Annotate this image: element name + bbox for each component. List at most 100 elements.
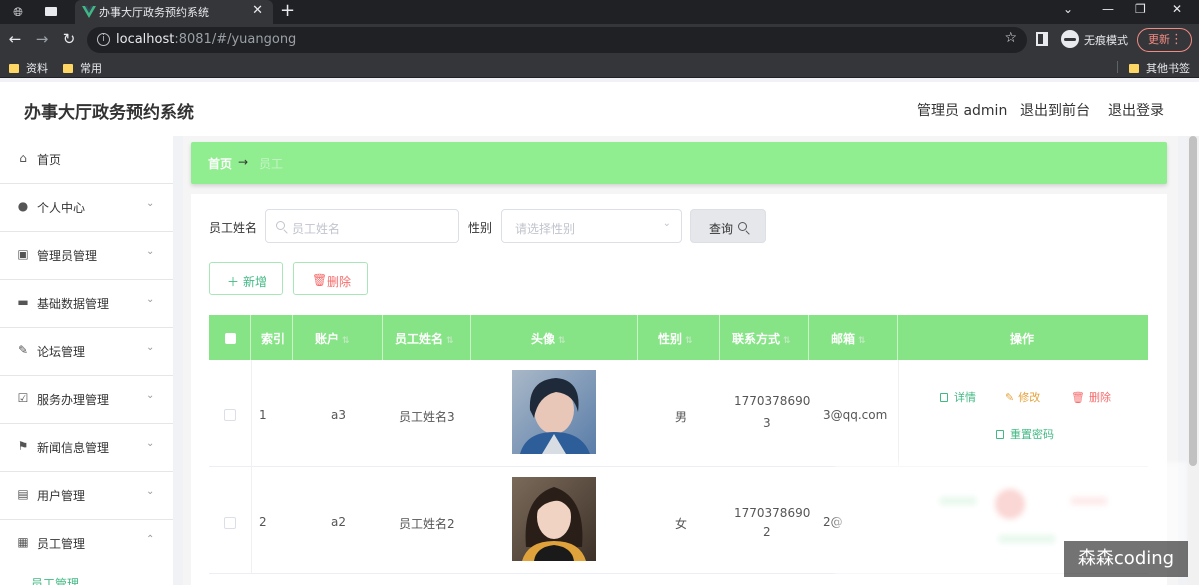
add-button[interactable]: ＋ 新增 <box>209 262 283 295</box>
column-header[interactable]: 邮箱 ⇅ <box>809 315 898 360</box>
sidebar-item-news[interactable]: ⚑ 新闻信息管理 ⌄ <box>0 424 173 472</box>
plus-icon: ＋ <box>227 275 240 289</box>
sort-icon[interactable]: ⇅ <box>446 336 454 346</box>
edit-button[interactable]: ✎ 修改 <box>1005 389 1040 405</box>
row-name: 员工姓名3 <box>399 410 455 424</box>
sidebar-item-profile[interactable]: ● 个人中心 ⌄ <box>0 184 173 232</box>
folder-icon <box>1129 64 1139 73</box>
sidebar-item-label: 用户管理 <box>37 489 86 503</box>
cell-divider <box>898 360 899 467</box>
row-phone-cont: 3 <box>763 416 771 430</box>
column-header[interactable]: 账户 ⇅ <box>293 315 383 360</box>
exit-to-front-link[interactable]: 退出到前台 <box>1020 100 1090 120</box>
new-tab-button[interactable]: + <box>280 0 295 22</box>
site-info-icon[interactable]: i <box>97 33 110 46</box>
column-header[interactable]: 性别 ⇅ <box>638 315 720 360</box>
row-phone-cont: 2 <box>763 525 771 539</box>
back-icon[interactable]: ← <box>6 30 24 48</box>
query-button[interactable]: 查询 <box>690 209 766 243</box>
bookmark-folder-common[interactable]: 常用 <box>63 60 102 76</box>
column-header[interactable]: 联系方式 ⇅ <box>720 315 809 360</box>
sidebar-item-label: 服务办理管理 <box>37 393 110 407</box>
row-gender: 女 <box>675 517 688 531</box>
bookmark-folder-docs[interactable]: 资料 <box>9 60 48 76</box>
sidebar-item-service[interactable]: ☑ 服务办理管理 ⌄ <box>0 376 173 424</box>
sidebar-item-label: 论坛管理 <box>37 345 86 359</box>
sidebar-item-label: 个人中心 <box>37 201 86 215</box>
column-header-label: 索引 <box>261 332 286 346</box>
sidebar-item-basic-data[interactable]: ▬ 基础数据管理 ⌄ <box>0 280 173 328</box>
browser-tab-active[interactable]: 办事大厅政务预约系统 ✕ <box>75 0 273 24</box>
sidebar: ⌂ 首页 ● 个人中心 ⌄ ▣ 管理员管理 ⌄ ▬ 基础数据管理 ⌄ ✎ 论坛管… <box>0 136 173 585</box>
close-tab-icon[interactable]: ✕ <box>252 3 263 18</box>
close-window-icon[interactable]: ✕ <box>1172 2 1182 16</box>
sort-icon[interactable]: ⇅ <box>783 336 791 346</box>
sort-icon[interactable]: ⇅ <box>558 336 566 346</box>
row-phone: 1770378690 <box>734 506 811 520</box>
query-button-label: 查询 <box>709 222 734 236</box>
sidebar-item-staff[interactable]: ▦ 员工管理 ⌃ <box>0 520 173 568</box>
app-header: 办事大厅政务预约系统 管理员 admin 退出到前台 退出登录 <box>0 82 1199 136</box>
restore-icon[interactable]: ❐ <box>1135 2 1146 16</box>
delete-button[interactable]: 🗑︎ 删除 <box>293 262 368 295</box>
row-phone: 1770378690 <box>734 394 811 408</box>
grid-icon: ▦ <box>17 535 29 549</box>
chevron-down-icon: ⌄ <box>146 438 155 449</box>
minimize-icon[interactable]: — <box>1102 2 1114 16</box>
chevron-down-icon: ⌄ <box>146 486 155 497</box>
table-row: 1 a3 员工姓名3 男 1770378690 3 3@qq.com 详情 ✎ 修… <box>209 360 1148 467</box>
reload-icon[interactable]: ↻ <box>60 30 78 48</box>
reset-password-button[interactable]: 重置密码 <box>996 426 1054 442</box>
tab-icon[interactable] <box>42 3 60 21</box>
sidebar-item-users[interactable]: ▤ 用户管理 ⌄ <box>0 472 173 520</box>
trash-icon: 🗑︎ <box>312 273 328 287</box>
column-header[interactable]: 头像 ⇅ <box>471 315 638 360</box>
star-icon[interactable]: ☆ <box>1004 30 1017 46</box>
chevron-up-icon: ⌃ <box>146 534 155 545</box>
url-text: localhost:8081/#/yuangong <box>116 32 297 47</box>
logout-link[interactable]: 退出登录 <box>1108 100 1164 120</box>
sidebar-item-admin[interactable]: ▣ 管理员管理 ⌄ <box>0 232 173 280</box>
avatar-image <box>512 370 596 454</box>
breadcrumb-home[interactable]: 首页 <box>208 155 232 172</box>
sidebar-item-forum[interactable]: ✎ 论坛管理 ⌄ <box>0 328 173 376</box>
chevron-down-icon: ⌄ <box>146 294 155 305</box>
table-header: 索引 账户 ⇅ 员工姓名 ⇅ 头像 ⇅ 性别 ⇅ 联系方式 ⇅ 邮箱 ⇅ 操作 <box>209 315 1148 360</box>
column-header[interactable]: 员工姓名 ⇅ <box>383 315 471 360</box>
detail-button[interactable]: 详情 <box>940 389 976 405</box>
select-all-checkbox[interactable] <box>225 333 236 344</box>
row-delete-button[interactable]: 🗑︎ 删除 <box>1071 389 1111 405</box>
vue-logo-icon <box>82 6 96 18</box>
monitor-icon: ▬ <box>17 295 29 309</box>
add-button-label: 新增 <box>243 275 268 289</box>
incognito-label: 无痕模式 <box>1084 34 1128 47</box>
gender-select[interactable]: 请选择性别 ⌄ <box>501 209 682 243</box>
column-header-label: 操作 <box>1010 332 1035 346</box>
sort-icon[interactable]: ⇅ <box>685 336 693 346</box>
sort-icon[interactable]: ⇅ <box>858 336 866 346</box>
name-label: 员工姓名 <box>209 221 258 235</box>
search-icon <box>276 221 285 230</box>
scrollbar-thumb[interactable] <box>1189 136 1197 466</box>
sidebar-item-home[interactable]: ⌂ 首页 <box>0 136 173 184</box>
sidebar-item-label: 员工管理 <box>37 537 86 551</box>
url-input[interactable]: i localhost:8081/#/yuangong ☆ <box>87 27 1027 53</box>
home-icon: ⌂ <box>19 151 27 165</box>
scrollbar[interactable] <box>1187 136 1199 585</box>
name-search-input[interactable]: 员工姓名 <box>265 209 459 243</box>
globe-icon[interactable]: 🌐︎ <box>9 3 27 21</box>
submenu-item-staff[interactable]: 员工管理 <box>31 575 79 585</box>
row-checkbox[interactable] <box>224 409 236 421</box>
bookmark-folder-other[interactable]: 其他书签 <box>1129 60 1190 76</box>
name-input-placeholder: 员工姓名 <box>292 222 341 236</box>
update-button[interactable]: 更新 <box>1137 28 1192 52</box>
row-checkbox[interactable] <box>224 517 236 529</box>
flag-icon: ⚑ <box>17 439 29 453</box>
column-header[interactable]: 索引 <box>251 315 293 360</box>
forward-icon[interactable]: → <box>33 30 51 48</box>
sort-icon[interactable]: ⇅ <box>342 336 350 346</box>
row-name: 员工姓名2 <box>399 517 455 531</box>
column-header-label: 头像 <box>531 332 556 346</box>
chevron-down-icon[interactable]: ⌄ <box>1063 2 1073 16</box>
side-panel-icon[interactable] <box>1036 32 1048 46</box>
